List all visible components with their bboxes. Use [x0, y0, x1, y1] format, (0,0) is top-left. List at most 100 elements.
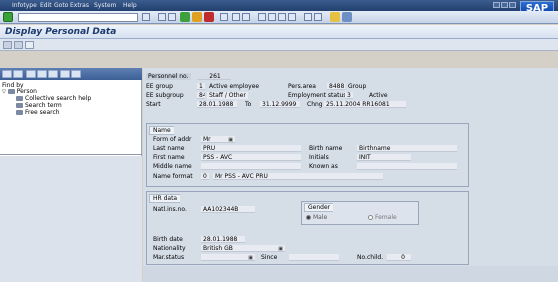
- pers-area-code: 8488: [327, 83, 345, 90]
- change-label: Chng: [307, 101, 323, 108]
- change-info-field: 25.11.2004 RR16081: [324, 101, 406, 108]
- gender-title: Gender: [304, 203, 334, 212]
- tree-item-free-search[interactable]: Free search: [0, 109, 142, 116]
- dropdown-icon[interactable]: [142, 13, 150, 21]
- initials-field: INIT: [357, 154, 411, 161]
- display-icon[interactable]: [14, 41, 23, 49]
- new-session-icon[interactable]: [304, 13, 312, 21]
- change-icon[interactable]: [3, 41, 12, 49]
- birth-date-label: Birth date: [153, 236, 183, 243]
- tree-item-collective-search[interactable]: Collective search help: [0, 95, 142, 102]
- form-of-addr-field[interactable]: Mr ▣: [201, 136, 235, 143]
- menu-system[interactable]: System: [94, 2, 116, 9]
- panel-splitter[interactable]: [0, 154, 142, 155]
- application-toolbar: [0, 39, 558, 51]
- hr-data-group: HR data Natl.ins.no. AA102344B Gender Ma…: [146, 191, 469, 265]
- menu-help[interactable]: Help: [123, 2, 137, 9]
- nationality-label: Nationality: [153, 245, 186, 252]
- mar-status-label: Mar.status: [153, 254, 185, 261]
- known-as-label: Known as: [309, 163, 338, 170]
- natl-ins-field: AA102344B: [201, 206, 255, 213]
- back-icon[interactable]: [158, 13, 166, 21]
- dropdown-icon[interactable]: ▣: [278, 246, 283, 251]
- initials-label: Initials: [309, 154, 329, 161]
- page-title: Display Personal Data: [5, 27, 117, 37]
- previous-icon[interactable]: [2, 70, 12, 78]
- layout-menu-icon[interactable]: [342, 12, 352, 22]
- menu-infotype[interactable]: Infotype: [12, 2, 37, 9]
- binoculars-icon: [16, 96, 23, 101]
- binoculars-icon: [16, 103, 23, 108]
- birth-name-label: Birth name: [309, 145, 343, 152]
- next-icon[interactable]: [13, 70, 23, 78]
- employment-status-code: 3: [345, 92, 353, 99]
- ee-group-code: 1: [197, 83, 205, 90]
- ee-group-label: EE group: [146, 83, 173, 90]
- find-icon[interactable]: [232, 13, 240, 21]
- help-icon[interactable]: [330, 12, 340, 22]
- person-folder-icon: [7, 89, 15, 94]
- end-date-field: 31.12.9999: [260, 101, 300, 108]
- tree-item-search-term[interactable]: Search term: [0, 102, 142, 109]
- window-controls: [493, 2, 516, 8]
- select-all-icon[interactable]: [26, 70, 36, 78]
- start-label: Start: [146, 101, 161, 108]
- to-label: To: [245, 101, 252, 108]
- command-field[interactable]: [18, 13, 138, 22]
- name-group: Name Form of addr Mr ▣ Last name PRU Bir…: [146, 123, 469, 187]
- minimize-icon[interactable]: [493, 2, 500, 8]
- birth-date-field: 28.01.1988: [201, 236, 245, 243]
- exit-icon[interactable]: [192, 12, 202, 22]
- prev-page-icon[interactable]: [268, 13, 276, 21]
- name-format-text: Mr PSS - AVC PRU: [213, 173, 383, 180]
- save-icon[interactable]: [168, 13, 176, 21]
- copy-icon[interactable]: [48, 70, 58, 78]
- personnel-no-label: Personnel no.: [146, 73, 191, 80]
- name-format-label: Name format: [153, 173, 193, 180]
- menu-bar: Infotype Edit Goto Extras System Help SA…: [0, 0, 558, 15]
- back-button-icon[interactable]: [180, 12, 190, 22]
- menu-edit[interactable]: Edit: [40, 2, 52, 9]
- no-child-label: No.child.: [357, 254, 384, 261]
- middle-name-field: [201, 163, 301, 170]
- since-label: Since: [261, 254, 278, 261]
- title-bar: Display Personal Data: [0, 25, 558, 39]
- last-page-icon[interactable]: [288, 13, 296, 21]
- ee-subgroup-code: 84: [197, 92, 205, 99]
- filter-icon[interactable]: [60, 70, 70, 78]
- menu-goto[interactable]: Goto: [54, 2, 68, 9]
- tree-item-person[interactable]: ▽ Person: [0, 88, 142, 95]
- next-page-icon[interactable]: [278, 13, 286, 21]
- gender-male-radio[interactable]: Male: [306, 214, 327, 221]
- person-icon[interactable]: [25, 41, 34, 49]
- name-format-code: 0: [201, 173, 209, 180]
- deselect-icon[interactable]: [37, 70, 47, 78]
- enter-icon[interactable]: [3, 12, 13, 22]
- cancel-icon[interactable]: [204, 12, 214, 22]
- gender-female-radio[interactable]: Female: [368, 214, 397, 221]
- infotype-area: Personnel no. 261 EE group 1 Active empl…: [143, 68, 558, 282]
- form-of-addr-label: Form of addr: [153, 136, 192, 143]
- menu-extras[interactable]: Extras: [70, 2, 89, 9]
- object-manager-panel: Find by ▽ Person Collective search help …: [0, 68, 142, 282]
- mar-status-field[interactable]: ▣: [201, 254, 255, 261]
- home-icon[interactable]: [71, 70, 81, 78]
- close-icon[interactable]: [509, 2, 516, 8]
- nationality-field[interactable]: British GB ▣: [201, 245, 285, 252]
- print-icon[interactable]: [220, 13, 228, 21]
- dropdown-icon[interactable]: ▣: [228, 137, 233, 142]
- first-page-icon[interactable]: [258, 13, 266, 21]
- content-footer: [143, 266, 558, 282]
- employment-status-text: Active: [369, 92, 388, 99]
- first-name-field: PSS - AVC: [201, 154, 301, 161]
- ee-subgroup-label: EE subgroup: [146, 92, 184, 99]
- radio-selected-icon: [306, 215, 311, 220]
- hr-data-group-title: HR data: [149, 194, 181, 203]
- find-next-icon[interactable]: [242, 13, 250, 21]
- shortcut-icon[interactable]: [314, 13, 322, 21]
- system-toolbar: [0, 11, 558, 24]
- personnel-no-field: 261: [197, 73, 231, 80]
- maximize-icon[interactable]: [501, 2, 508, 8]
- pers-area-text: Group: [348, 83, 367, 90]
- dropdown-icon[interactable]: ▣: [248, 255, 253, 260]
